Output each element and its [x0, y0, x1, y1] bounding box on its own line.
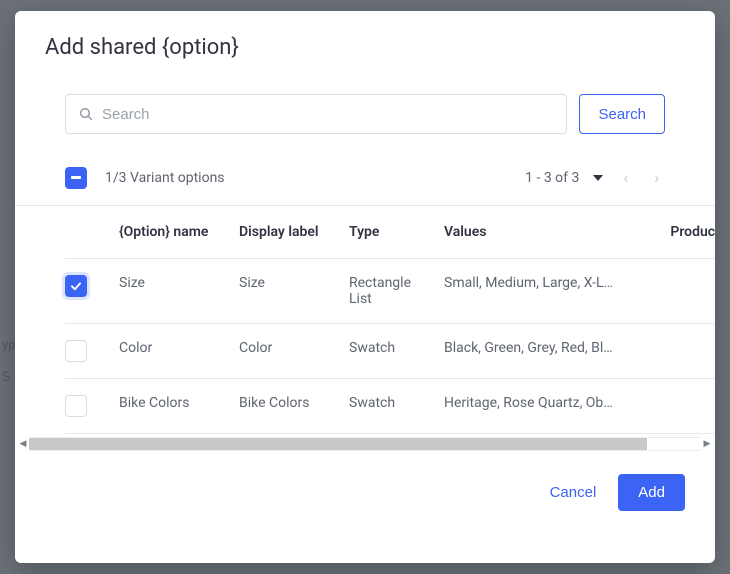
cell-display-label: Color [229, 324, 339, 379]
search-button[interactable]: Search [579, 94, 665, 134]
add-shared-option-modal: Add shared {option} Search 1/3 Variant o… [15, 11, 715, 563]
add-button[interactable]: Add [618, 474, 685, 511]
page-size-dropdown-icon[interactable] [593, 175, 603, 181]
cell-type: Rectangle List [339, 259, 434, 324]
cell-option-name: Bike Colors [109, 379, 229, 434]
cell-products: 0 [624, 324, 715, 379]
pagination-prev-icon: ‹ [617, 164, 634, 191]
cell-products: 1 [624, 259, 715, 324]
scroll-right-icon[interactable]: ▶ [701, 439, 713, 449]
cell-type: Swatch [339, 324, 434, 379]
modal-footer: Cancel Add [15, 452, 715, 529]
search-input-wrap[interactable] [65, 94, 567, 134]
cell-values: Small, Medium, Large, X-Lar... [434, 259, 624, 324]
search-input[interactable] [94, 106, 554, 123]
col-option-name: {Option} name [109, 206, 229, 259]
cancel-button[interactable]: Cancel [550, 484, 597, 501]
pagination-range: 1 - 3 of 3 [525, 170, 579, 186]
table-row[interactable]: Bike ColorsBike ColorsSwatchHeritage, Ro… [65, 379, 715, 434]
cell-option-name: Size [109, 259, 229, 324]
scroll-left-icon[interactable]: ◀ [17, 439, 29, 449]
col-type: Type [339, 206, 434, 259]
row-checkbox[interactable] [65, 340, 87, 362]
horizontal-scrollbar[interactable]: ◀ ▶ [17, 436, 713, 452]
pagination: 1 - 3 of 3 ‹ › [525, 164, 665, 191]
cell-values: Heritage, Rose Quartz, Obsi... [434, 379, 624, 434]
table-header-row: {Option} name Display label Type Values … [65, 206, 715, 259]
pagination-next-icon: › [648, 164, 665, 191]
search-icon [78, 106, 94, 122]
cell-type: Swatch [339, 379, 434, 434]
cell-option-name: Color [109, 324, 229, 379]
row-checkbox[interactable] [65, 275, 87, 297]
modal-title: Add shared {option} [15, 11, 715, 72]
cell-products: 1 [624, 379, 715, 434]
selection-meta-row: 1/3 Variant options 1 - 3 of 3 ‹ › [15, 134, 715, 205]
scrollbar-thumb[interactable] [29, 438, 647, 450]
cell-display-label: Bike Colors [229, 379, 339, 434]
col-values: Values [434, 206, 624, 259]
options-table: {Option} name Display label Type Values … [65, 206, 715, 434]
table-row[interactable]: ColorColorSwatchBlack, Green, Grey, Red,… [65, 324, 715, 379]
options-table-wrap: {Option} name Display label Type Values … [15, 205, 715, 434]
select-all-checkbox-indeterminate[interactable] [65, 167, 87, 189]
table-row[interactable]: SizeSizeRectangle ListSmall, Medium, Lar… [65, 259, 715, 324]
cell-display-label: Size [229, 259, 339, 324]
selection-count: 1/3 Variant options [105, 170, 225, 186]
col-display-label: Display label [229, 206, 339, 259]
search-row: Search [15, 72, 715, 134]
col-products: Products [624, 206, 715, 259]
cell-values: Black, Green, Grey, Red, Blu... [434, 324, 624, 379]
row-checkbox[interactable] [65, 395, 87, 417]
modal-backdrop: ype S Add shared {option} Search 1/3 Var… [0, 0, 730, 574]
scrollbar-track[interactable] [29, 437, 701, 451]
